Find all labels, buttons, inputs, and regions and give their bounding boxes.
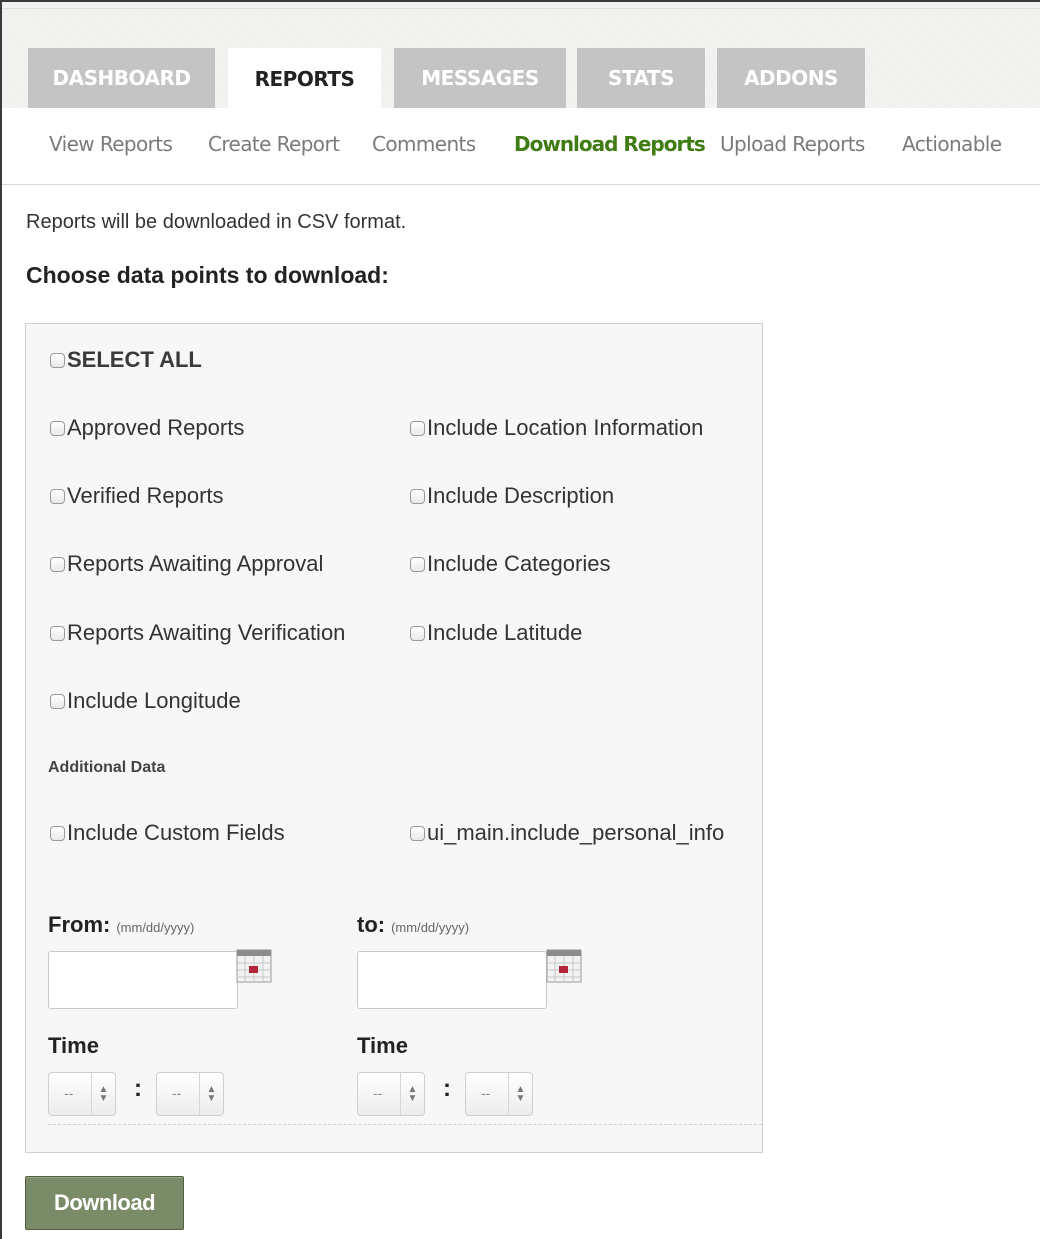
include-longitude-checkbox[interactable] (50, 693, 65, 709)
from-hour-value: -- (64, 1085, 74, 1101)
verified-reports-checkbox[interactable] (50, 488, 65, 504)
subnav-download-reports[interactable]: Download Reports (514, 132, 706, 156)
include-personal-info-checkbox[interactable] (410, 825, 425, 841)
include-personal-info-label: ui_main.include_personal_info (427, 820, 725, 845)
include-personal-info-option[interactable]: ui_main.include_personal_info (410, 820, 724, 846)
from-calendar-icon[interactable] (236, 949, 272, 983)
from-minute-value: -- (172, 1085, 182, 1101)
awaiting-approval-option[interactable]: Reports Awaiting Approval (50, 551, 323, 577)
tab-addons[interactable]: ADDONS (717, 48, 865, 108)
to-time-label: Time (357, 1033, 408, 1058)
updown-arrows-icon: ▲ ▼ (400, 1073, 424, 1115)
include-categories-label: Include Categories (427, 551, 611, 576)
from-minute-select[interactable]: -- ▲ ▼ (156, 1072, 224, 1116)
include-location-label: Include Location Information (427, 415, 704, 440)
updown-arrows-icon: ▲ ▼ (508, 1073, 532, 1115)
tab-messages[interactable]: MESSAGES (394, 48, 566, 108)
to-date-input[interactable] (357, 951, 547, 1009)
to-label: to: (357, 912, 386, 937)
to-hour-value: -- (373, 1085, 383, 1101)
awaiting-verification-option[interactable]: Reports Awaiting Verification (50, 620, 345, 646)
include-categories-checkbox[interactable] (410, 556, 425, 572)
subnav-actionable[interactable]: Actionable (902, 132, 1002, 156)
include-custom-fields-option[interactable]: Include Custom Fields (50, 820, 285, 846)
include-categories-option[interactable]: Include Categories (410, 551, 610, 577)
to-hour-select[interactable]: -- ▲ ▼ (357, 1072, 425, 1116)
subnav-view-reports[interactable]: View Reports (49, 132, 173, 156)
to-minute-select[interactable]: -- ▲ ▼ (465, 1072, 533, 1116)
include-latitude-option[interactable]: Include Latitude (410, 620, 582, 646)
include-longitude-option[interactable]: Include Longitude (50, 688, 241, 714)
updown-arrows-icon: ▲ ▼ (91, 1073, 115, 1115)
data-points-panel: SELECT ALL Approved Reports Verified Rep… (25, 323, 763, 1153)
additional-data-heading: Additional Data (48, 759, 166, 776)
verified-reports-label: Verified Reports (67, 483, 224, 508)
awaiting-verification-checkbox[interactable] (50, 625, 65, 641)
include-location-checkbox[interactable] (410, 420, 425, 436)
include-custom-fields-label: Include Custom Fields (67, 820, 285, 845)
approved-reports-checkbox[interactable] (50, 420, 65, 436)
approved-reports-label: Approved Reports (67, 415, 245, 440)
to-date-hint: (mm/dd/yyyy) (391, 920, 470, 935)
select-all-option[interactable]: SELECT ALL (50, 347, 202, 373)
tab-dashboard[interactable]: DASHBOARD (28, 48, 215, 108)
include-description-option[interactable]: Include Description (410, 483, 614, 509)
sub-navigation: View Reports Create Report Comments Down… (2, 108, 1040, 185)
include-latitude-label: Include Latitude (427, 620, 583, 645)
include-longitude-label: Include Longitude (67, 688, 241, 713)
download-button[interactable]: Download (25, 1176, 184, 1230)
select-all-label: SELECT ALL (67, 347, 202, 372)
from-hour-select[interactable]: -- ▲ ▼ (48, 1072, 116, 1116)
select-all-checkbox[interactable] (50, 352, 65, 368)
tab-stats[interactable]: STATS (577, 48, 705, 108)
include-latitude-checkbox[interactable] (410, 625, 425, 641)
to-calendar-icon[interactable] (546, 949, 582, 983)
to-minute-value: -- (481, 1085, 491, 1101)
include-location-option[interactable]: Include Location Information (410, 415, 703, 441)
subnav-comments[interactable]: Comments (372, 132, 476, 156)
include-description-label: Include Description (427, 483, 615, 508)
include-description-checkbox[interactable] (410, 488, 425, 504)
from-label: From: (48, 912, 111, 937)
choose-data-heading: Choose data points to download: (26, 262, 389, 288)
subnav-upload-reports[interactable]: Upload Reports (720, 132, 865, 156)
from-time-label: Time (48, 1033, 99, 1058)
dashed-divider (48, 1124, 762, 1125)
awaiting-approval-checkbox[interactable] (50, 556, 65, 572)
to-date-label: to: (mm/dd/yyyy) (357, 912, 469, 938)
subnav-create-report[interactable]: Create Report (208, 132, 340, 156)
time-separator: : (134, 1075, 142, 1102)
include-custom-fields-checkbox[interactable] (50, 825, 65, 841)
awaiting-approval-label: Reports Awaiting Approval (67, 551, 324, 576)
approved-reports-option[interactable]: Approved Reports (50, 415, 244, 441)
from-date-hint: (mm/dd/yyyy) (116, 920, 195, 935)
from-date-input[interactable] (48, 951, 238, 1009)
awaiting-verification-label: Reports Awaiting Verification (67, 620, 346, 645)
csv-format-note: Reports will be downloaded in CSV format… (26, 211, 407, 233)
updown-arrows-icon: ▲ ▼ (199, 1073, 223, 1115)
from-date-label: From: (mm/dd/yyyy) (48, 912, 194, 938)
tab-reports[interactable]: REPORTS (228, 48, 381, 110)
verified-reports-option[interactable]: Verified Reports (50, 483, 224, 509)
time-separator: : (443, 1075, 451, 1102)
